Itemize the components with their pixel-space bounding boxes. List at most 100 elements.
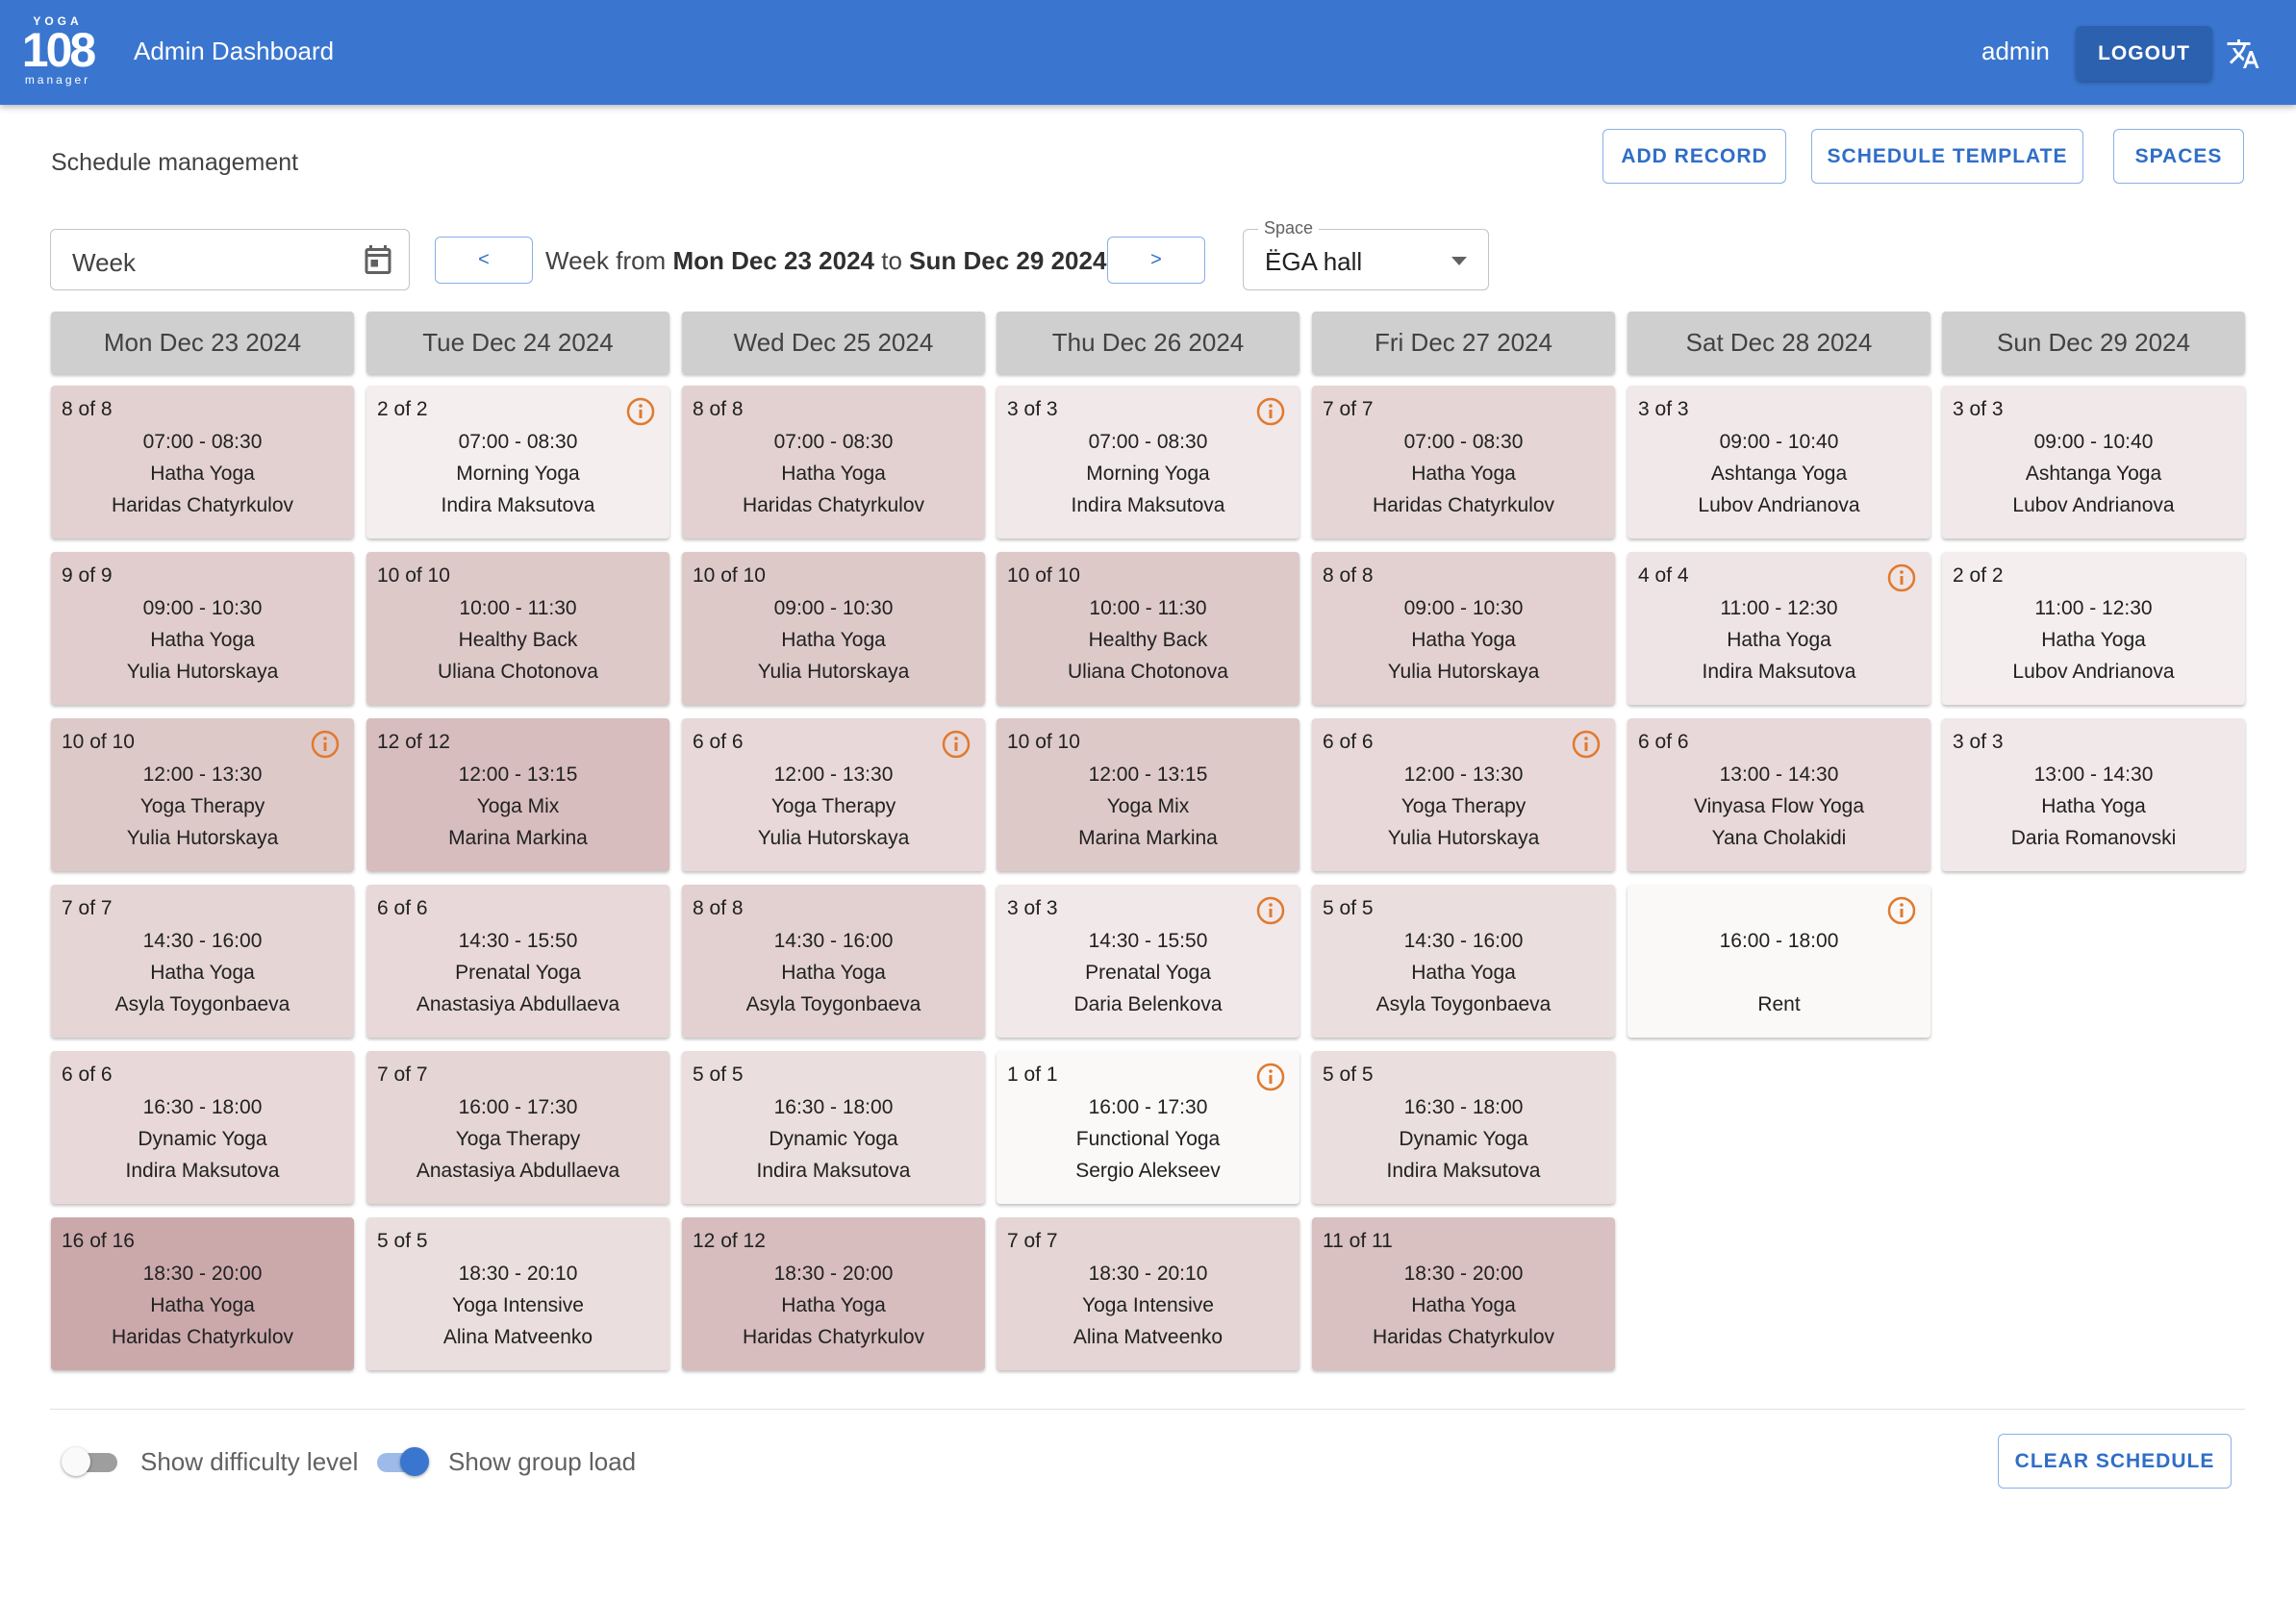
day-header: Wed Dec 25 2024 — [682, 312, 985, 374]
card-time: 09:00 - 10:30 — [1403, 597, 1524, 619]
card-enrollment-count: 5 of 5 — [1323, 1064, 1374, 1086]
add-record-button[interactable]: ADD RECORD — [1602, 129, 1786, 184]
card-time: 14:30 - 15:50 — [458, 930, 578, 952]
schedule-card[interactable]: 11 of 11 18:30 - 20:00 Hatha Yoga Haridas C… — [1312, 1217, 1615, 1370]
day-header: Tue Dec 24 2024 — [366, 312, 669, 374]
schedule-card[interactable]: 2 of 2 11:00 - 12:30 Hatha Yoga Lubov Andri… — [1942, 552, 2245, 705]
schedule-card[interactable]: 10 of 10 12:00 - 13:15 Yoga Mix Marina Mark… — [997, 718, 1299, 871]
schedule-card[interactable]: 6 of 6 13:00 - 14:30 Vinyasa Flow Yoga Yana… — [1627, 718, 1930, 871]
card-time: 18:30 - 20:10 — [1088, 1263, 1208, 1285]
schedule-card[interactable]: 6 of 6 12:00 - 13:30 Yoga Therapy Yulia Hut… — [1312, 718, 1615, 871]
card-enrollment-count: 3 of 3 — [1953, 398, 2004, 420]
schedule-card[interactable]: 5 of 5 18:30 - 20:10 Yoga Intensive Alina M… — [366, 1217, 669, 1370]
info-icon[interactable] — [1255, 1062, 1286, 1092]
schedule-card[interactable]: 3 of 3 09:00 - 10:40 Ashtanga Yoga Lubov An… — [1627, 386, 1930, 538]
card-class-name: Hatha Yoga — [2041, 795, 2146, 817]
schedule-card[interactable]: 5 of 5 14:30 - 16:00 Hatha Yoga Asyla Toygo… — [1312, 885, 1615, 1038]
group-load-toggle[interactable] — [371, 1444, 433, 1477]
space-select-value: ËGA hall — [1265, 247, 1363, 276]
card-teacher: Lubov Andrianova — [2012, 661, 2175, 683]
translate-icon[interactable] — [2226, 37, 2260, 71]
card-enrollment-count: 6 of 6 — [693, 731, 744, 753]
schedule-card[interactable]: 7 of 7 18:30 - 20:10 Yoga Intensive Alina M… — [997, 1217, 1299, 1370]
info-icon[interactable] — [1255, 895, 1286, 926]
schedule-template-button[interactable]: SCHEDULE TEMPLATE — [1811, 129, 2083, 184]
card-enrollment-count: 6 of 6 — [1323, 731, 1374, 753]
card-teacher: Haridas Chatyrkulov — [1372, 494, 1555, 516]
schedule-card[interactable]: 16 of 16 18:30 - 20:00 Hatha Yoga Haridas C… — [51, 1217, 354, 1370]
schedule-card[interactable]: 10 of 10 10:00 - 11:30 Healthy Back Uliana … — [997, 552, 1299, 705]
card-enrollment-count: 6 of 6 — [1638, 731, 1689, 753]
card-class-name: Morning Yoga — [456, 463, 580, 485]
app-logo[interactable]: YOGA 108 manager — [19, 15, 96, 90]
card-class-name: Ashtanga Yoga — [1710, 463, 1848, 485]
schedule-card[interactable]: 6 of 6 14:30 - 15:50 Prenatal Yoga Anastasi… — [366, 885, 669, 1038]
info-icon[interactable] — [310, 729, 341, 760]
card-teacher: Asyla Toygonbaeva — [114, 993, 290, 1015]
schedule-card[interactable]: 5 of 5 16:30 - 18:00 Dynamic Yoga Indira Ma… — [682, 1051, 985, 1204]
schedule-card[interactable]: 5 of 5 16:30 - 18:00 Dynamic Yoga Indira Ma… — [1312, 1051, 1615, 1204]
schedule-card[interactable]: 8 of 8 14:30 - 16:00 Hatha Yoga Asyla Toygo… — [682, 885, 985, 1038]
card-time: 09:00 - 10:30 — [773, 597, 894, 619]
schedule-card[interactable]: 6 of 6 16:30 - 18:00 Dynamic Yoga Indira Ma… — [51, 1051, 354, 1204]
card-teacher: Rent — [1757, 993, 1801, 1015]
period-picker[interactable]: Week — [50, 229, 410, 290]
schedule-card[interactable]: 2 of 2 07:00 - 08:30 Morning Yoga Indira Ma… — [366, 386, 669, 538]
info-icon[interactable] — [1886, 563, 1917, 593]
info-icon[interactable] — [1886, 895, 1917, 926]
week-end: Sun Dec 29 2024 — [909, 246, 1107, 275]
card-enrollment-count: 2 of 2 — [1953, 564, 2004, 587]
schedule-card[interactable]: 8 of 8 07:00 - 08:30 Hatha Yoga Haridas Cha… — [51, 386, 354, 538]
schedule-card[interactable]: 7 of 7 07:00 - 08:30 Hatha Yoga Haridas Cha… — [1312, 386, 1615, 538]
clear-schedule-button[interactable]: CLEAR SCHEDULE — [1998, 1434, 2232, 1489]
schedule-card[interactable]: 3 of 3 09:00 - 10:40 Ashtanga Yoga Lubov An… — [1942, 386, 2245, 538]
previous-week-button[interactable]: < — [435, 237, 533, 284]
info-icon[interactable] — [625, 396, 656, 427]
card-class-name: Yoga Therapy — [1400, 795, 1526, 817]
card-time: 11:00 - 12:30 — [1720, 597, 1838, 619]
info-icon[interactable] — [1571, 729, 1602, 760]
card-time: 16:30 - 18:00 — [142, 1096, 263, 1118]
week-to: to — [881, 246, 902, 275]
schedule-card[interactable]: 3 of 3 07:00 - 08:30 Morning Yoga Indira Ma… — [997, 386, 1299, 538]
schedule-card[interactable]: 10 of 10 10:00 - 11:30 Healthy Back Uliana … — [366, 552, 669, 705]
card-class-name: Hatha Yoga — [150, 1294, 255, 1316]
spaces-button[interactable]: SPACES — [2113, 129, 2244, 184]
card-teacher: Indira Maksutova — [441, 494, 595, 516]
card-enrollment-count: 11 of 11 — [1323, 1230, 1393, 1252]
schedule-card[interactable]: 3 of 3 13:00 - 14:30 Hatha Yoga Daria Roman… — [1942, 718, 2245, 871]
card-class-name: Hatha Yoga — [150, 463, 255, 485]
card-teacher: Yulia Hutorskaya — [1387, 661, 1540, 683]
calendar-icon[interactable] — [361, 242, 395, 277]
info-icon[interactable] — [1255, 396, 1286, 427]
space-select[interactable]: Space ËGA hall — [1243, 218, 1489, 290]
schedule-card[interactable]: 4 of 4 11:00 - 12:30 Hatha Yoga Indira Maks… — [1627, 552, 1930, 705]
difficulty-toggle-thumb — [62, 1447, 90, 1476]
schedule-card[interactable]: 9 of 9 09:00 - 10:30 Hatha Yoga Yulia Hutor… — [51, 552, 354, 705]
schedule-card[interactable]: 12 of 12 18:30 - 20:00 Hatha Yoga Haridas C… — [682, 1217, 985, 1370]
schedule-card[interactable]: 1 of 1 16:00 - 17:30 Functional Yoga Sergio… — [997, 1051, 1299, 1204]
schedule-card[interactable]: 7 of 7 16:00 - 17:30 Yoga Therapy Anastasiy… — [366, 1051, 669, 1204]
schedule-card[interactable]: 12 of 12 12:00 - 13:15 Yoga Mix Marina Mark… — [366, 718, 669, 871]
schedule-card[interactable]: 7 of 7 14:30 - 16:00 Hatha Yoga Asyla Toygo… — [51, 885, 354, 1038]
logout-button[interactable]: LOGOUT — [2076, 26, 2212, 81]
card-class-name: Yoga Mix — [1106, 795, 1190, 817]
next-week-button[interactable]: > — [1107, 237, 1205, 284]
card-time: 12:00 - 13:30 — [142, 763, 263, 786]
difficulty-toggle[interactable] — [62, 1444, 123, 1477]
schedule-card[interactable]: 16:00 - 18:00 Rent — [1627, 885, 1930, 1038]
schedule-card[interactable]: 3 of 3 14:30 - 15:50 Prenatal Yoga Daria Be… — [997, 885, 1299, 1038]
card-time: 14:30 - 16:00 — [1403, 930, 1524, 952]
card-class-name: Hatha Yoga — [150, 629, 255, 651]
schedule-card[interactable]: 6 of 6 12:00 - 13:30 Yoga Therapy Yulia Hut… — [682, 718, 985, 871]
card-enrollment-count: 5 of 5 — [377, 1230, 428, 1252]
schedule-card[interactable]: 10 of 10 12:00 - 13:30 Yoga Therapy Yulia H… — [51, 718, 354, 871]
info-icon[interactable] — [941, 729, 971, 760]
dropdown-arrow-icon[interactable] — [1451, 257, 1467, 265]
card-class-name: Hatha Yoga — [781, 629, 886, 651]
schedule-card[interactable]: 10 of 10 09:00 - 10:30 Hatha Yoga Yulia Hut… — [682, 552, 985, 705]
schedule-card[interactable]: 8 of 8 07:00 - 08:30 Hatha Yoga Haridas Cha… — [682, 386, 985, 538]
card-class-name: Ashtanga Yoga — [2025, 463, 2162, 485]
schedule-card[interactable]: 8 of 8 09:00 - 10:30 Hatha Yoga Yulia Hutor… — [1312, 552, 1615, 705]
card-teacher: Asyla Toygonbaeva — [745, 993, 921, 1015]
